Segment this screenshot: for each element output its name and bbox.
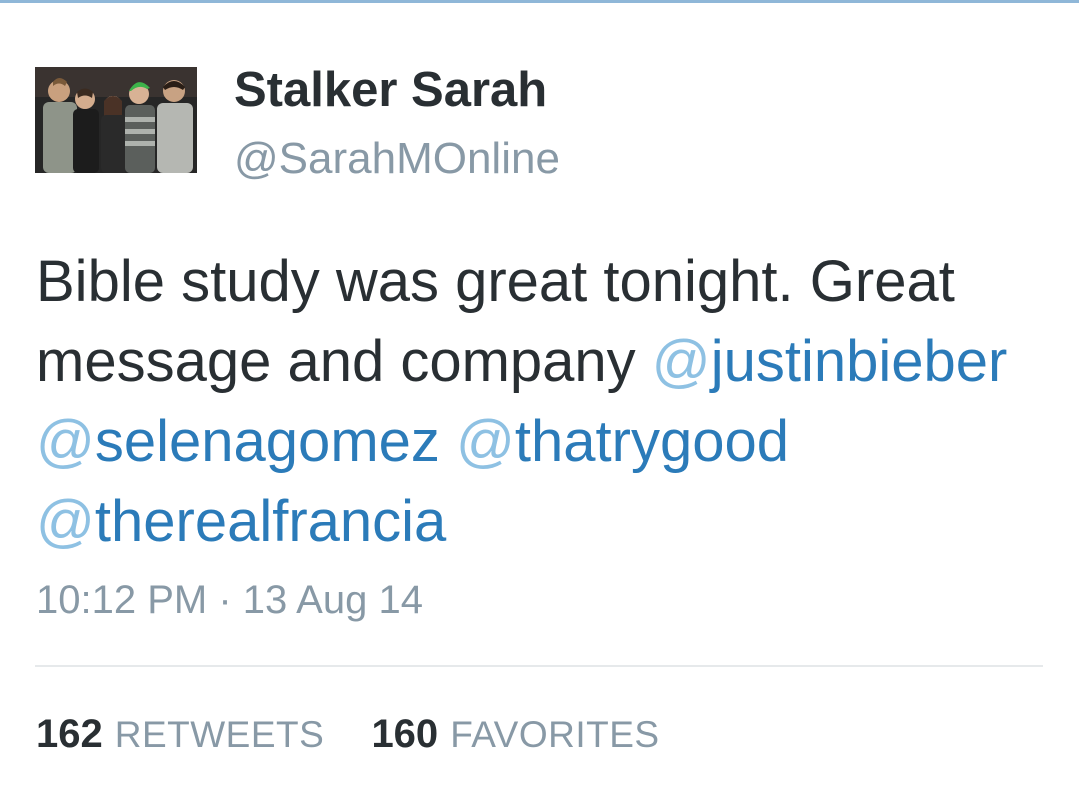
mention-name: selenagomez bbox=[94, 409, 440, 474]
top-accent-rule bbox=[0, 0, 1079, 3]
tweet-line: message and company @justinbieber bbox=[36, 322, 1046, 402]
tweet-text-segment: message and company bbox=[36, 329, 652, 394]
avatar[interactable] bbox=[35, 67, 197, 173]
tweet-line: Bible study was great tonight. Great bbox=[36, 242, 1046, 322]
mention-name: therealfrancia bbox=[94, 489, 447, 554]
mention-name: justinbieber bbox=[710, 329, 1008, 394]
mention-at-symbol: @ bbox=[651, 329, 711, 394]
retweets-label: RETWEETS bbox=[114, 714, 325, 755]
tweet-stats: 162 RETWEETS 160 FAVORITES bbox=[36, 712, 696, 757]
avatar-photo bbox=[35, 67, 197, 173]
mention-at-symbol: @ bbox=[456, 409, 515, 474]
mention-link-justinbieber[interactable]: @justinbieber bbox=[652, 329, 1008, 394]
tweet-text-segment: Bible study was great tonight. Great bbox=[36, 249, 955, 314]
tweet-line: @selenagomez @thatrygood bbox=[36, 402, 1046, 482]
retweets-count: 162 bbox=[36, 712, 103, 756]
mention-at-symbol: @ bbox=[36, 409, 95, 474]
user-handle[interactable]: @SarahMOnline bbox=[234, 134, 560, 184]
tweet-line: @therealfrancia bbox=[36, 482, 1046, 562]
display-name[interactable]: Stalker Sarah bbox=[234, 62, 547, 118]
tweet-timestamp[interactable]: 10:12 PM · 13 Aug 14 bbox=[36, 578, 423, 623]
mention-link-thatrygood[interactable]: @thatrygood bbox=[456, 409, 789, 474]
favorites-label: FAVORITES bbox=[450, 714, 660, 755]
mention-link-therealfrancia[interactable]: @therealfrancia bbox=[36, 489, 446, 554]
retweets-stat[interactable]: 162 RETWEETS bbox=[36, 712, 324, 757]
mention-at-symbol: @ bbox=[36, 489, 95, 554]
mention-name: thatrygood bbox=[514, 409, 789, 474]
favorites-count: 160 bbox=[371, 712, 439, 756]
tweet-text: Bible study was great tonight. Great mes… bbox=[36, 242, 1046, 562]
stats-divider bbox=[35, 665, 1043, 667]
mention-link-selenagomez[interactable]: @selenagomez bbox=[36, 409, 440, 474]
favorites-stat[interactable]: 160 FAVORITES bbox=[371, 712, 659, 757]
